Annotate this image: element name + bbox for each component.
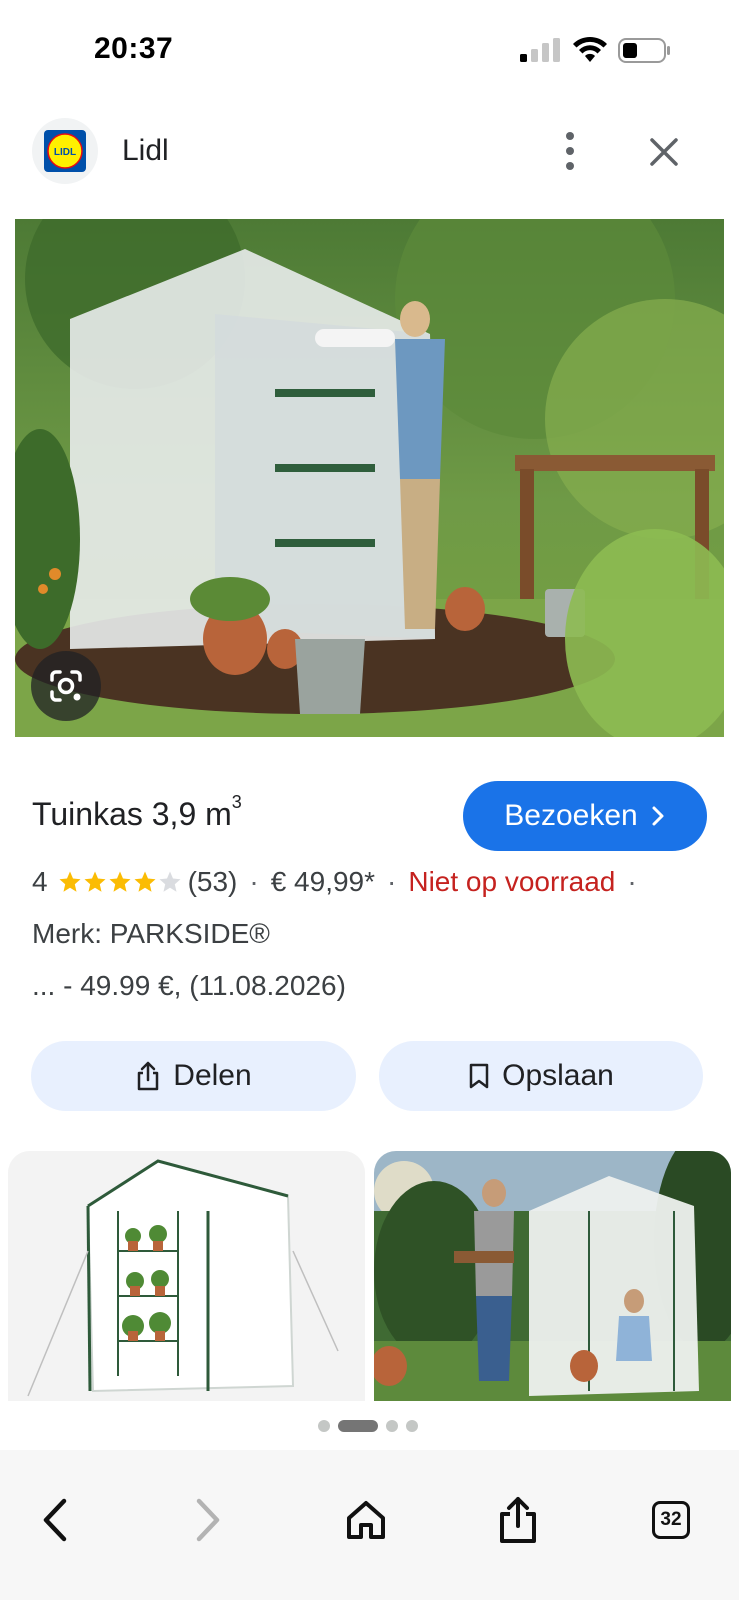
main-product-image[interactable]	[15, 219, 724, 737]
star-filled-icon	[84, 871, 106, 892]
forward-icon	[196, 1498, 220, 1542]
wifi-icon	[573, 36, 607, 62]
greenhouse-garden-photo	[374, 1151, 731, 1401]
star-filled-icon	[109, 871, 131, 892]
chevron-right-icon	[652, 806, 664, 826]
greenhouse-photo	[15, 219, 724, 737]
product-title: Tuinkas 3,9 m3	[32, 792, 242, 832]
separator: ·	[387, 866, 397, 897]
home-icon	[347, 1501, 385, 1539]
home-button[interactable]	[336, 1490, 396, 1550]
forward-button[interactable]	[178, 1490, 238, 1550]
product-brand: Merk: PARKSIDE®	[32, 918, 270, 949]
status-time: 20:37	[94, 32, 174, 65]
product-meta: 4 (53) · € 49,99* · Niet op voorraad ·	[32, 862, 649, 902]
cellular-signal-icon	[520, 38, 560, 62]
back-icon	[43, 1498, 67, 1542]
separator: ·	[627, 866, 637, 897]
site-name: Lidl	[122, 134, 169, 167]
pager-dot[interactable]	[318, 1420, 330, 1432]
star-filled-icon	[134, 871, 156, 892]
bookmark-icon	[469, 1063, 489, 1089]
close-icon[interactable]	[644, 132, 684, 172]
greenhouse-product-photo	[8, 1151, 365, 1401]
status-bar: 20:37	[0, 0, 739, 100]
tabs-icon: 32	[652, 1501, 690, 1539]
visit-button[interactable]: Bezoeken	[463, 781, 707, 851]
star-filled-icon	[59, 871, 81, 892]
share-button-label: Delen	[173, 1059, 252, 1092]
thumbnail-image[interactable]	[8, 1151, 365, 1401]
product-price: € 49,99*	[270, 866, 376, 897]
review-count: (53)	[187, 866, 238, 897]
separator: ·	[249, 866, 259, 897]
google-lens-icon	[50, 670, 82, 702]
lens-button[interactable]	[31, 651, 101, 721]
stock-status: Niet op voorraad	[408, 866, 616, 897]
rating-value: 4	[32, 866, 48, 897]
site-logo[interactable]: LIDL	[32, 118, 98, 184]
star-empty-icon	[159, 871, 181, 892]
pager-dot-active[interactable]	[338, 1420, 378, 1432]
browser-toolbar: 32	[0, 1450, 739, 1600]
rating-stars	[58, 870, 182, 894]
share-button[interactable]: Delen	[31, 1041, 356, 1111]
visit-button-label: Bezoeken	[504, 799, 638, 832]
lidl-logo: LIDL	[44, 130, 86, 172]
save-button[interactable]: Opslaan	[379, 1041, 703, 1111]
pager-dot[interactable]	[386, 1420, 398, 1432]
thumbnail-image[interactable]	[374, 1151, 731, 1401]
more-vert-icon[interactable]	[552, 128, 588, 174]
svg-text:LIDL: LIDL	[54, 147, 76, 158]
save-button-label: Opslaan	[502, 1059, 614, 1092]
back-button[interactable]	[25, 1490, 85, 1550]
share-page-button[interactable]	[488, 1490, 548, 1550]
pager-dot[interactable]	[406, 1420, 418, 1432]
battery-icon	[618, 38, 670, 63]
tabs-button[interactable]: 32	[641, 1490, 701, 1550]
share-icon	[138, 1061, 159, 1091]
share-icon	[500, 1497, 536, 1543]
image-pager	[318, 1419, 418, 1433]
price-snippet: ... - 49.99 €, (11.08.2026)	[32, 970, 346, 1001]
site-header: LIDL Lidl	[0, 112, 739, 188]
